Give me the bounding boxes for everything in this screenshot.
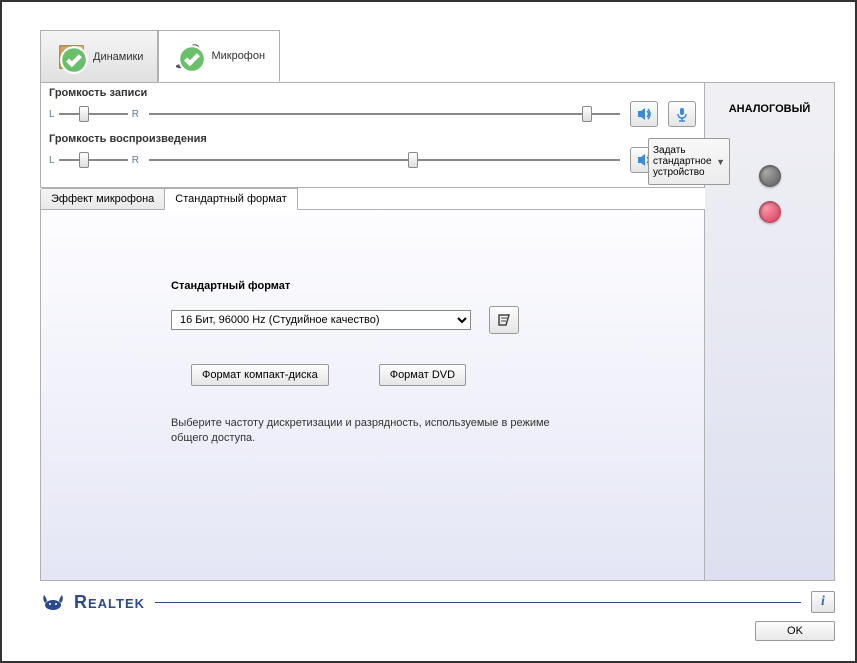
tab-speakers[interactable]: Динамики [40, 30, 158, 82]
mute-recording-button[interactable] [630, 101, 658, 127]
jack-indicator-pink[interactable] [759, 201, 781, 223]
playback-balance-slider[interactable] [59, 151, 128, 169]
tab-microphone-label: Микрофон [211, 50, 265, 62]
balance-left-label: L [49, 109, 55, 120]
cd-format-button[interactable]: Формат компакт-диска [191, 364, 329, 386]
sub-tab-effect[interactable]: Эффект микрофона [40, 188, 165, 209]
tab-speakers-label: Динамики [93, 51, 143, 63]
speaker-icon [55, 41, 87, 73]
dvd-format-button[interactable]: Формат DVD [379, 364, 466, 386]
format-hint: Выберите частоту дискретизации и разрядн… [171, 416, 551, 447]
playback-volume-label: Громкость воспроизведения [49, 133, 696, 145]
analog-title: АНАЛОГОВЫЙ [729, 103, 811, 115]
playback-volume-slider[interactable] [149, 151, 620, 169]
recording-balance-slider[interactable] [59, 105, 128, 123]
tab-microphone[interactable]: Микрофон [158, 30, 280, 82]
ok-button[interactable]: OK [755, 621, 835, 641]
jack-indicator-gray[interactable] [759, 165, 781, 187]
recording-volume-slider[interactable] [149, 105, 620, 123]
footer-divider [155, 602, 801, 603]
reset-format-button[interactable] [489, 306, 519, 334]
format-select[interactable]: 16 Бит, 96000 Hz (Студийное качество) [171, 310, 471, 330]
balance-left-label-2: L [49, 155, 55, 166]
info-button[interactable]: i [811, 591, 835, 613]
microphone-icon [173, 40, 205, 72]
realtek-crab-icon [40, 591, 66, 613]
mic-boost-button[interactable] [668, 101, 696, 127]
set-default-device-button[interactable]: Задать стандартное устройство ▼ [648, 138, 730, 185]
format-title: Стандартный формат [171, 280, 664, 292]
realtek-logo: Realtek [40, 591, 145, 613]
sub-tab-format[interactable]: Стандартный формат [164, 188, 297, 210]
chevron-down-icon: ▼ [716, 157, 725, 167]
balance-right-label-2: R [132, 155, 139, 166]
balance-right-label: R [132, 109, 139, 120]
recording-volume-label: Громкость записи [49, 87, 696, 99]
